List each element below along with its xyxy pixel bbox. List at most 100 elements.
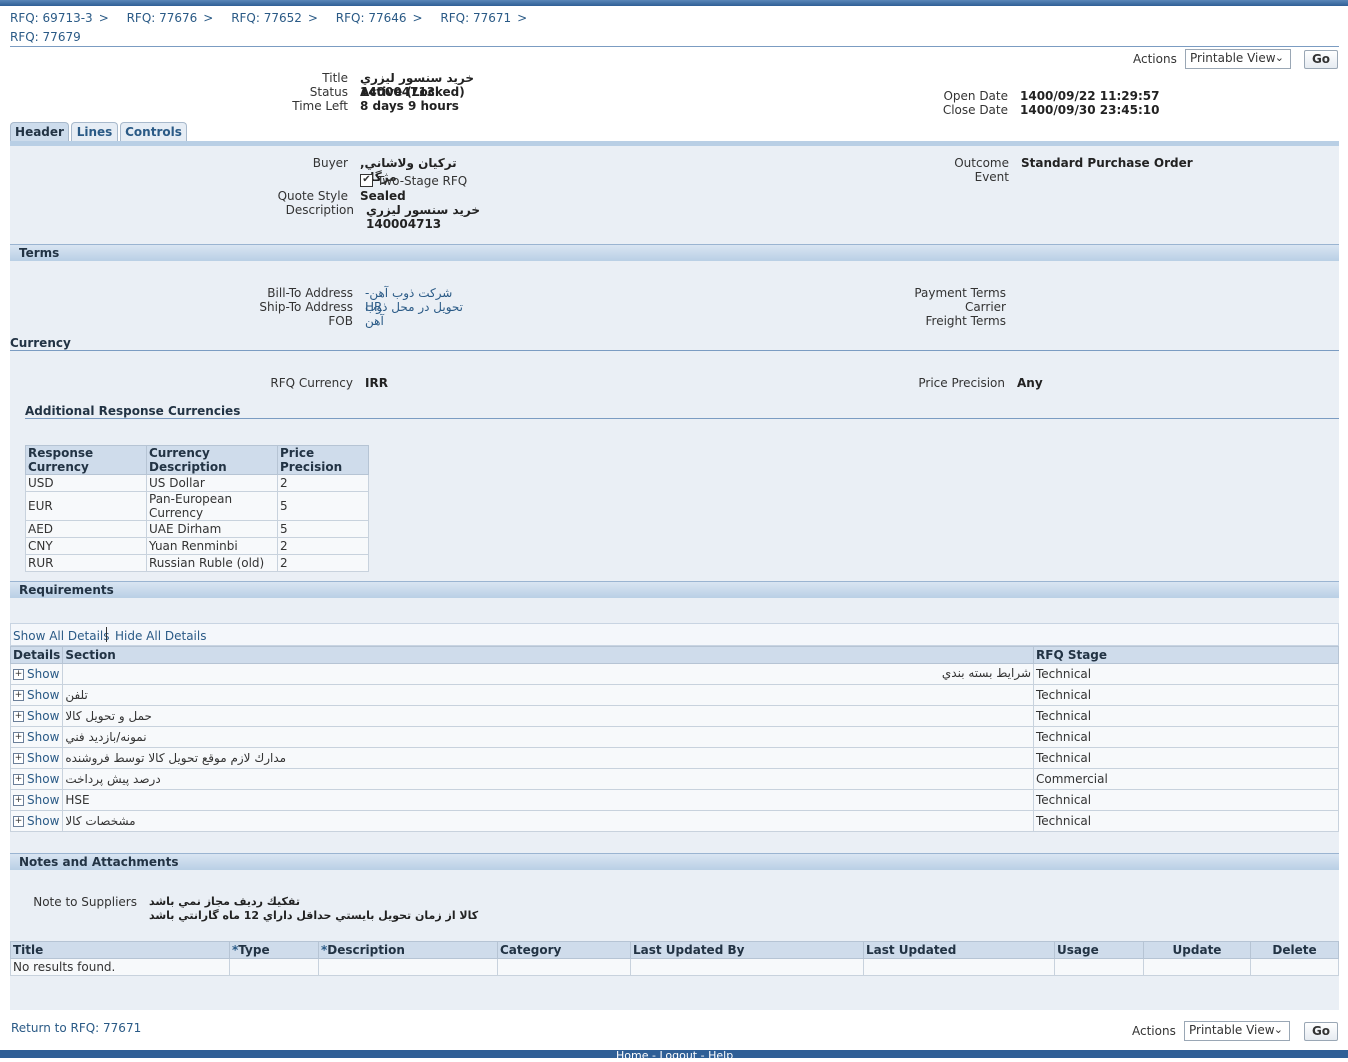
breadcrumb-link[interactable]: RFQ: 77646: [336, 11, 407, 25]
column-header: Last Updated: [863, 941, 1055, 959]
attachments-table: Title *Type *Description Category Last U…: [10, 941, 1339, 976]
column-header: Update: [1143, 941, 1251, 959]
column-header: Details: [9, 646, 64, 664]
bill-to-label: Bill-To Address: [267, 286, 353, 300]
expand-icon[interactable]: +: [13, 711, 24, 722]
currency-table: Response Currency Currency Description P…: [25, 445, 369, 572]
outcome-value: Standard Purchase Order: [1021, 156, 1193, 170]
home-link[interactable]: Home: [616, 1049, 648, 1062]
column-header: Currency Description: [146, 445, 278, 475]
note-to-suppliers-label: Note to Suppliers: [33, 895, 137, 909]
show-details-link[interactable]: Show: [27, 772, 59, 786]
note-line-2: كالا از زمان تحويل بايستي حداقل داراي 12…: [149, 909, 479, 922]
actions-select[interactable]: Printable View ⌄: [1184, 1021, 1290, 1041]
section-name: HSE: [65, 793, 90, 807]
column-header: Response Currency: [25, 445, 147, 475]
page-title: RFQ: 77679: [10, 30, 81, 44]
show-details-link[interactable]: Show: [27, 751, 59, 765]
show-all-details-link[interactable]: Show All Details: [13, 629, 110, 643]
actions-label: Actions: [1133, 52, 1177, 66]
expand-icon[interactable]: +: [13, 669, 24, 680]
breadcrumb: RFQ: 69713-3 > RFQ: 77676 > RFQ: 77652 > RF…: [10, 11, 528, 25]
close-date-label: Close Date: [942, 103, 1008, 117]
ship-to-link[interactable]: تحويل در محل ذوب آهن: [365, 300, 483, 328]
breadcrumb-link[interactable]: RFQ: 77652: [231, 11, 302, 25]
show-details-link[interactable]: Show: [27, 793, 59, 807]
breadcrumb-link[interactable]: RFQ: 69713-3: [10, 11, 93, 25]
table-row: RUR Russian Ruble (old) 2: [25, 554, 369, 572]
return-link[interactable]: Return to RFQ: 77671: [11, 1021, 141, 1035]
expand-icon[interactable]: +: [13, 690, 24, 701]
rfq-stage: Technical: [1033, 705, 1339, 727]
top-bar: [0, 0, 1348, 6]
additional-currencies-heading: Additional Response Currencies: [25, 404, 241, 418]
requirements-table: Details Section RFQ Stage + Show شرايط بس…: [9, 646, 1339, 832]
main-panel: [10, 146, 1339, 1010]
go-button[interactable]: Go: [1304, 1022, 1338, 1041]
show-details-link[interactable]: Show: [27, 730, 59, 744]
description-value: خريد سنسور ليزري 140004713: [366, 203, 481, 231]
divider: [106, 627, 107, 642]
event-label: Event: [974, 170, 1009, 184]
table-row: + Show HSE Technical: [9, 789, 1339, 811]
hide-all-details-link[interactable]: Hide All Details: [115, 629, 206, 643]
time-left-label: Time Left: [292, 99, 348, 113]
expand-icon[interactable]: +: [13, 774, 24, 785]
outcome-label: Outcome: [954, 156, 1009, 170]
show-details-link[interactable]: Show: [27, 709, 59, 723]
divider: [10, 350, 1339, 351]
tab-lines[interactable]: Lines: [71, 122, 118, 142]
table-row: No results found.: [10, 958, 1339, 976]
footer-links: Home - Logout - Help: [616, 1049, 734, 1062]
divider: [25, 418, 1339, 419]
status-label: Status: [309, 85, 348, 99]
expand-icon[interactable]: +: [13, 732, 24, 743]
column-header: Section: [62, 646, 1034, 664]
close-date-value: 1400/09/30 23:45:10: [1020, 103, 1160, 117]
breadcrumb-link[interactable]: RFQ: 77671: [440, 11, 511, 25]
help-link[interactable]: Help: [708, 1049, 733, 1062]
column-header: Price Precision: [277, 445, 369, 475]
column-header: Usage: [1054, 941, 1144, 959]
show-details-link[interactable]: Show: [27, 688, 59, 702]
rfq-currency-label: RFQ Currency: [270, 376, 353, 390]
expand-icon[interactable]: +: [13, 795, 24, 806]
carrier-label: Carrier: [964, 300, 1006, 314]
payment-terms-label: Payment Terms: [914, 286, 1006, 300]
column-header: RFQ Stage: [1033, 646, 1339, 664]
table-row: + Show تلفن Technical: [9, 684, 1339, 706]
expand-icon[interactable]: +: [13, 753, 24, 764]
actions-select[interactable]: Printable View ⌄: [1185, 49, 1291, 69]
status-value: Active (Locked): [360, 85, 465, 99]
column-header: Description: [327, 943, 405, 957]
freight-terms-label: Freight Terms: [925, 314, 1007, 328]
two-stage-checkbox[interactable]: ✔: [360, 174, 373, 187]
section-name: مشخصات كالا: [65, 814, 136, 828]
open-date-label: Open Date: [943, 89, 1008, 103]
rfq-stage: Technical: [1033, 684, 1339, 706]
expand-icon[interactable]: +: [13, 816, 24, 827]
price-precision-label: Price Precision: [918, 376, 1005, 390]
column-header: Title: [10, 941, 230, 959]
note-line-1: تفكيك رديف مجاز نمي باشد: [149, 895, 300, 908]
show-details-link[interactable]: Show: [27, 667, 59, 681]
table-row: USD US Dollar 2: [25, 474, 369, 492]
go-button[interactable]: Go: [1304, 50, 1338, 69]
rfq-currency-value: IRR: [365, 376, 388, 390]
tab-header[interactable]: Header: [10, 122, 69, 142]
description-label: Description: [285, 203, 354, 217]
tab-controls[interactable]: Controls: [120, 122, 187, 142]
column-header: Type: [238, 943, 270, 957]
buyer-label: Buyer: [312, 156, 348, 170]
rfq-stage: Technical: [1033, 747, 1339, 769]
logout-link[interactable]: Logout: [659, 1049, 697, 1062]
table-row: EUR Pan-European Currency 5: [25, 491, 369, 521]
requirements-heading: Requirements: [10, 581, 1339, 598]
title-label: Title: [322, 71, 348, 85]
breadcrumb-link[interactable]: RFQ: 77676: [127, 11, 198, 25]
show-details-link[interactable]: Show: [27, 814, 59, 828]
currency-heading: Currency: [10, 336, 71, 350]
table-row: + Show مدارك لازم موقع تحويل كالا توسط فر…: [9, 747, 1339, 769]
divider: [10, 46, 1339, 47]
quote-style-value: Sealed: [360, 189, 406, 203]
